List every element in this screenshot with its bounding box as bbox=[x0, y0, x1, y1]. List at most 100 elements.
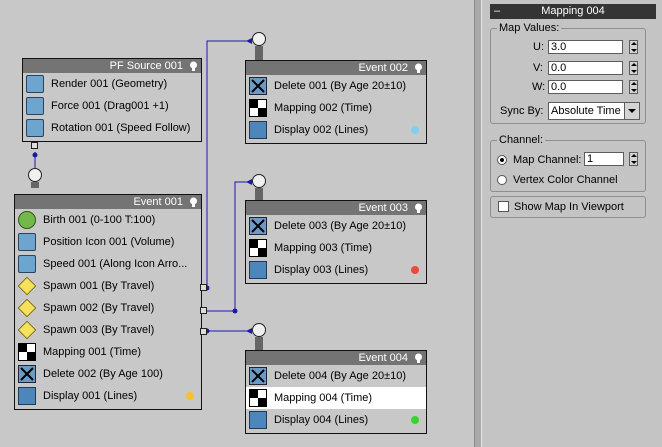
operator-display001[interactable]: Display 001 (Lines) bbox=[15, 385, 201, 407]
speed-icon bbox=[18, 255, 36, 273]
spawn001-output-port[interactable] bbox=[200, 284, 207, 291]
bulb-icon bbox=[415, 353, 422, 363]
delete-icon bbox=[249, 217, 267, 235]
bulb-icon bbox=[190, 61, 197, 71]
map-values-label: Map Values: bbox=[497, 22, 562, 34]
operator-speed[interactable]: Speed 001 (Along Icon Arro... bbox=[15, 253, 201, 275]
chevron-down-icon bbox=[624, 103, 639, 119]
operator-delete003[interactable]: Delete 003 (By Age 20±10) bbox=[246, 215, 426, 237]
map-channel-radio[interactable] bbox=[497, 155, 507, 165]
operator-mapping003[interactable]: Mapping 003 (Time) bbox=[246, 237, 426, 259]
sync-by-label: Sync By: bbox=[500, 105, 544, 117]
event003-input-circle[interactable] bbox=[252, 174, 266, 188]
node-title: Event 004 bbox=[246, 351, 426, 365]
display-icon bbox=[249, 121, 267, 139]
operator-spawn001[interactable]: Spawn 001 (By Travel) bbox=[15, 275, 201, 297]
operator-render[interactable]: Render 001 (Geometry) bbox=[23, 73, 201, 95]
bulb-icon bbox=[415, 203, 422, 213]
collapse-icon: – bbox=[494, 5, 501, 17]
display-color-swatch bbox=[411, 126, 419, 134]
v-field[interactable]: 0.0 bbox=[548, 61, 623, 75]
operator-delete004[interactable]: Delete 004 (By Age 20±10) bbox=[246, 365, 426, 387]
bulb-icon bbox=[415, 63, 422, 73]
spawn-icon bbox=[17, 276, 37, 296]
force-icon bbox=[26, 97, 44, 115]
event002-input-circle[interactable] bbox=[252, 32, 266, 46]
event004-input-circle[interactable] bbox=[252, 323, 266, 337]
event001-input-tab bbox=[31, 182, 39, 188]
event001-node[interactable]: Event 001 Birth 001 (0-100 T:100) Positi… bbox=[14, 194, 202, 410]
operator-display002[interactable]: Display 002 (Lines) bbox=[246, 119, 426, 141]
operator-spawn002[interactable]: Spawn 002 (By Travel) bbox=[15, 297, 201, 319]
show-map-checkbox[interactable] bbox=[498, 201, 509, 212]
node-title: Event 002 bbox=[246, 61, 426, 75]
display-color-swatch bbox=[411, 266, 419, 274]
event002-input-tab bbox=[255, 46, 263, 60]
rollout-header[interactable]: – Mapping 004 bbox=[490, 4, 656, 19]
w-label: W: bbox=[532, 81, 546, 93]
rotation-icon bbox=[26, 119, 44, 137]
u-spinner[interactable] bbox=[629, 40, 638, 54]
render-icon bbox=[26, 75, 44, 93]
spawn-icon bbox=[17, 298, 37, 318]
event002-node[interactable]: Event 002 Delete 001 (By Age 20±10) Mapp… bbox=[245, 60, 427, 144]
node-title: Event 001 bbox=[15, 195, 201, 209]
spawn003-output-port[interactable] bbox=[200, 328, 207, 335]
operator-delete002[interactable]: Delete 002 (By Age 100) bbox=[15, 363, 201, 385]
operator-position-icon[interactable]: Position Icon 001 (Volume) bbox=[15, 231, 201, 253]
position-icon bbox=[18, 233, 36, 251]
mapping-icon bbox=[249, 239, 267, 257]
operator-birth[interactable]: Birth 001 (0-100 T:100) bbox=[15, 209, 201, 231]
event004-node[interactable]: Event 004 Delete 004 (By Age 20±10) Mapp… bbox=[245, 350, 427, 434]
pf-source-output-port[interactable] bbox=[31, 142, 38, 149]
mapping-icon bbox=[249, 99, 267, 117]
panel-splitter[interactable] bbox=[474, 0, 482, 447]
u-field[interactable]: 3.0 bbox=[548, 40, 623, 54]
operator-mapping002[interactable]: Mapping 002 (Time) bbox=[246, 97, 426, 119]
w-spinner[interactable] bbox=[629, 80, 638, 94]
channel-label: Channel: bbox=[497, 134, 546, 146]
delete-icon bbox=[249, 367, 267, 385]
spawn002-output-port[interactable] bbox=[200, 307, 207, 314]
sync-by-dropdown[interactable]: Absolute Time bbox=[548, 102, 640, 120]
operator-force[interactable]: Force 001 (Drag001 +1) bbox=[23, 95, 201, 117]
event003-input-tab bbox=[255, 188, 263, 200]
display-color-swatch bbox=[411, 416, 419, 424]
vertex-color-radio[interactable] bbox=[497, 175, 507, 185]
operator-spawn003[interactable]: Spawn 003 (By Travel) bbox=[15, 319, 201, 341]
mapping-icon bbox=[249, 389, 267, 407]
delete-icon bbox=[18, 365, 36, 383]
pf-source-node[interactable]: PF Source 001 Render 001 (Geometry) Forc… bbox=[22, 58, 202, 142]
v-label: V: bbox=[533, 62, 543, 74]
event004-input-tab bbox=[255, 337, 263, 350]
map-channel-spinner[interactable] bbox=[629, 152, 638, 166]
wire-dot-source bbox=[32, 152, 38, 158]
node-title: Event 003 bbox=[246, 201, 426, 215]
delete-icon bbox=[249, 77, 267, 95]
spawn-icon bbox=[17, 320, 37, 340]
operator-rotation[interactable]: Rotation 001 (Speed Follow) bbox=[23, 117, 201, 139]
operator-mapping004-selected[interactable]: Mapping 004 (Time) bbox=[246, 387, 426, 409]
operator-display003[interactable]: Display 003 (Lines) bbox=[246, 259, 426, 281]
map-channel-label: Map Channel: bbox=[513, 154, 582, 166]
event001-input-circle[interactable] bbox=[28, 168, 42, 182]
display-icon bbox=[18, 387, 36, 405]
u-label: U: bbox=[533, 41, 544, 53]
v-spinner[interactable] bbox=[629, 61, 638, 75]
operator-display004[interactable]: Display 004 (Lines) bbox=[246, 409, 426, 431]
wire-dot-spawn002 bbox=[232, 308, 238, 314]
vertex-color-label: Vertex Color Channel bbox=[513, 174, 618, 186]
bulb-icon bbox=[190, 197, 197, 207]
display-icon bbox=[249, 261, 267, 279]
display-icon bbox=[249, 411, 267, 429]
operator-mapping001[interactable]: Mapping 001 (Time) bbox=[15, 341, 201, 363]
map-channel-field[interactable]: 1 bbox=[584, 152, 624, 166]
birth-icon bbox=[18, 211, 36, 229]
show-map-label: Show Map In Viewport bbox=[514, 201, 624, 213]
event003-node[interactable]: Event 003 Delete 003 (By Age 20±10) Mapp… bbox=[245, 200, 427, 284]
mapping-icon bbox=[18, 343, 36, 361]
operator-delete001[interactable]: Delete 001 (By Age 20±10) bbox=[246, 75, 426, 97]
w-field[interactable]: 0.0 bbox=[548, 80, 623, 94]
node-title: PF Source 001 bbox=[23, 59, 201, 73]
display-color-swatch bbox=[186, 392, 194, 400]
